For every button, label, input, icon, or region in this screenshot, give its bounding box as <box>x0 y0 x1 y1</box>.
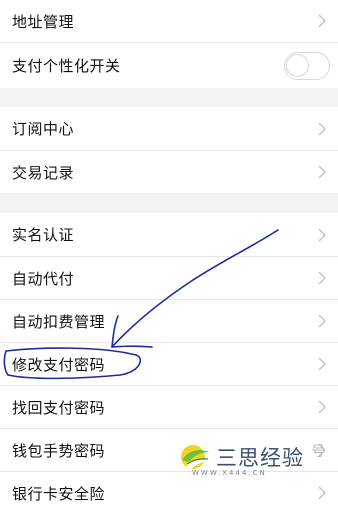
row-label: 银行卡安全险 <box>12 484 106 503</box>
chevron-right-icon <box>318 228 326 241</box>
row-label: 实名认证 <box>12 226 75 244</box>
row-label: 自动扣费管理 <box>12 312 106 331</box>
toggle-knob <box>286 53 309 77</box>
section-records: 订阅中心 交易记录 <box>0 107 338 193</box>
chevron-right-icon <box>318 357 326 371</box>
row-label: 钱包手势密码 <box>12 441 106 460</box>
row-label: 订阅中心 <box>12 120 75 138</box>
row-auto-deduction-management[interactable]: 自动扣费管理 <box>0 299 338 342</box>
row-real-name-verification[interactable]: 实名认证 <box>0 213 338 256</box>
row-address-management[interactable]: 地址管理 <box>0 0 338 42</box>
watermark-text: 三思经验 <box>216 446 304 470</box>
row-label: 交易记录 <box>12 163 75 182</box>
chevron-right-icon <box>318 122 326 135</box>
row-subscription-center[interactable]: 订阅中心 <box>0 107 338 150</box>
settings-screen: 地址管理 支付个性化开关 订阅中心 交易记录 实名认证 自动代付 自动扣费管理 … <box>0 0 338 514</box>
chevron-right-icon <box>318 314 326 328</box>
chevron-right-icon <box>318 400 326 414</box>
row-label: 支付个性化开关 <box>12 57 121 75</box>
row-transaction-records[interactable]: 交易记录 <box>0 150 338 193</box>
chevron-right-icon <box>318 165 326 179</box>
row-recover-payment-password[interactable]: 找回支付密码 <box>0 385 338 428</box>
row-label: 地址管理 <box>12 12 75 31</box>
chevron-right-icon <box>318 486 326 500</box>
watermark: 三思经验 WWW.X444.CN <box>178 440 334 485</box>
chevron-right-icon <box>318 271 326 285</box>
payment-personalization-toggle[interactable] <box>284 51 330 80</box>
row-label: 修改支付密码 <box>12 355 106 374</box>
row-label: 找回支付密码 <box>12 398 106 417</box>
section-account: 地址管理 支付个性化开关 <box>0 0 338 88</box>
watermark-url: WWW.X444.CN <box>192 469 267 477</box>
row-change-payment-password[interactable]: 修改支付密码 <box>0 342 338 385</box>
row-auto-pay-on-behalf[interactable]: 自动代付 <box>0 256 338 299</box>
chevron-right-icon <box>318 14 326 28</box>
row-label: 自动代付 <box>12 269 75 288</box>
row-payment-personalization[interactable]: 支付个性化开关 <box>0 42 338 88</box>
